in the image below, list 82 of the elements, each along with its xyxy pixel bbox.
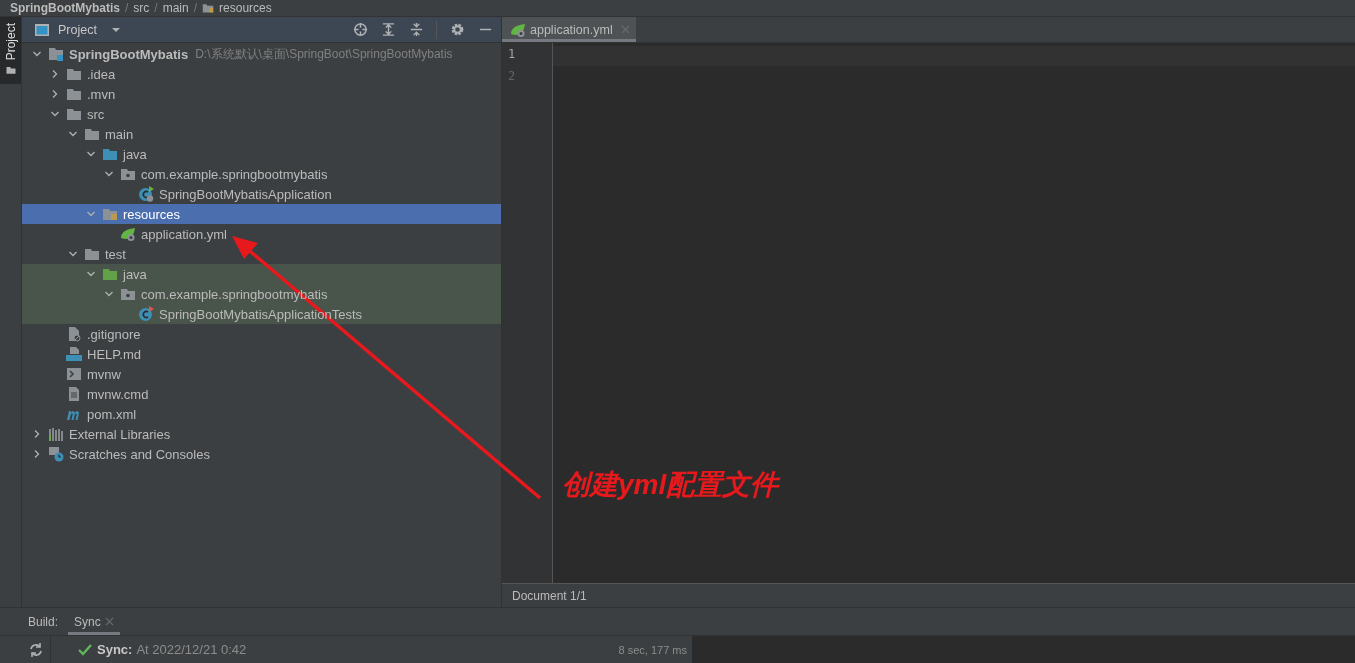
scratches-icon (48, 446, 64, 462)
tree-label: java (123, 266, 147, 282)
leaf-icon (510, 21, 526, 38)
leaf-icon (120, 226, 136, 242)
breadcrumb-item[interactable]: src (133, 2, 150, 14)
target-icon[interactable] (353, 22, 368, 37)
tree-label: pom.xml (87, 406, 137, 422)
sync-time: At 2022/12/21 0:42 (136, 642, 247, 657)
tree-label: main (105, 126, 134, 142)
tree-label: mvnw (87, 366, 121, 382)
chevron-down-icon[interactable] (86, 269, 96, 279)
folder-icon (102, 266, 118, 282)
package-icon (120, 286, 136, 302)
class-icon (138, 306, 154, 322)
build-tab[interactable]: Sync (68, 608, 120, 635)
tree-label: mvnw.cmd (87, 386, 149, 402)
annotation-text: 创建yml配置文件 (562, 468, 779, 502)
folder-icon (84, 126, 100, 142)
chevron-down-icon[interactable] (68, 249, 78, 259)
sync-title: Sync: (97, 642, 133, 657)
package-icon (120, 166, 136, 182)
tree-row-highlight[interactable]: resources (22, 204, 501, 224)
chevron-down-icon[interactable] (86, 149, 96, 159)
tree-label: application.yml (141, 226, 227, 242)
tree-label: resources (123, 206, 181, 222)
folder-icon (202, 2, 215, 14)
folder-icon (102, 146, 118, 162)
breadcrumb-separator: / (125, 2, 129, 14)
terminal-icon (66, 366, 82, 382)
chevron-right-icon[interactable] (32, 429, 42, 439)
tree-label: test (105, 246, 126, 262)
breadcrumb-item[interactable]: SpringBootMybatis (10, 2, 120, 14)
refresh-icon[interactable] (28, 641, 44, 658)
breadcrumb-separator: / (193, 2, 198, 14)
library-icon (48, 426, 64, 442)
tree-label: SpringBootMybatis (69, 46, 189, 62)
tree-label: java (123, 146, 147, 162)
tree-label: SpringBootMybatisApplication (159, 186, 332, 202)
collapse-all-icon[interactable] (409, 22, 424, 37)
chevron-right-icon[interactable] (50, 69, 60, 79)
tree-label: src (87, 106, 105, 122)
panel-title[interactable]: Project (58, 22, 97, 37)
tree-label: .idea (87, 66, 116, 82)
chevron-down-icon[interactable] (32, 49, 42, 59)
project-path: D:\系统默认\桌面\SpringBoot\SpringBootMybatis (195, 45, 453, 63)
document-status: Document 1/1 (512, 588, 587, 603)
chevron-down-icon[interactable] (50, 109, 60, 119)
build-label: Build: (28, 614, 59, 629)
folder-icon (66, 106, 82, 122)
tree-label: com.example.springbootmybatis (141, 166, 328, 182)
editor-tab[interactable]: application.yml (502, 17, 636, 42)
folder-icon (84, 246, 100, 262)
tree-label: .gitignore (87, 326, 141, 342)
chevron-right-icon[interactable] (50, 89, 60, 99)
chevron-right-icon[interactable] (32, 449, 42, 459)
class-icon (138, 186, 154, 202)
breadcrumb-item[interactable]: resources (219, 2, 272, 14)
caret-icon[interactable] (110, 26, 121, 33)
text-file-icon (66, 386, 82, 402)
tree-label: HELP.md (87, 346, 141, 362)
breadcrumb-item[interactable]: main (162, 2, 189, 14)
sync-duration: 8 sec, 177 ms (618, 643, 687, 656)
chevron-down-icon[interactable] (104, 169, 114, 179)
chevron-down-icon[interactable] (104, 289, 114, 299)
tree-label: .mvn (87, 86, 116, 102)
folder-icon (4, 64, 17, 77)
tree-label: Scratches and Consoles (69, 446, 210, 462)
folder-icon (66, 86, 82, 102)
folder-icon (102, 206, 118, 222)
tree-row-highlight[interactable]: java (22, 264, 501, 284)
module-folder-icon (48, 46, 64, 62)
markdown-file-icon (66, 346, 82, 362)
settings-icon[interactable] (450, 22, 465, 37)
breadcrumb-separator: / (154, 2, 158, 14)
line-number: 1 (507, 46, 517, 63)
project-tool-button[interactable]: Project (0, 17, 21, 85)
tree-label: External Libraries (69, 426, 171, 442)
folder-icon (66, 66, 82, 82)
chevron-down-icon[interactable] (68, 129, 78, 139)
window-icon (34, 21, 50, 38)
file-icon (66, 326, 82, 342)
expand-all-icon[interactable] (381, 22, 396, 37)
